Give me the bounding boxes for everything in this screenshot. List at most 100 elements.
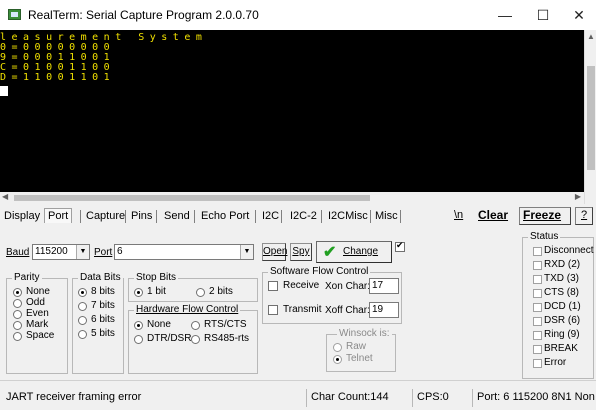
status-rxd-indicator <box>533 261 542 270</box>
vertical-scroll-thumb[interactable] <box>587 66 595 170</box>
transmit-label: Transmit <box>283 304 322 315</box>
baud-select[interactable]: 115200 ▼ <box>32 244 90 260</box>
app-icon <box>8 9 21 20</box>
tab-pins[interactable]: Pins <box>131 210 152 222</box>
tab-i2c-2[interactable]: I2C-2 <box>290 210 317 222</box>
tab-i2c[interactable]: I2C <box>262 210 279 222</box>
stop-bits-1-radio[interactable] <box>134 288 143 297</box>
transmit-checkbox[interactable] <box>268 305 278 315</box>
data-bits-8-radio[interactable] <box>78 288 87 297</box>
receive-checkbox[interactable] <box>268 281 278 291</box>
change-label: Change <box>343 246 379 257</box>
status-txd-label: TXD (3) <box>544 273 579 284</box>
status-cts-indicator <box>533 289 542 298</box>
scroll-right-icon[interactable]: ▶ <box>575 192 581 201</box>
change-button[interactable]: ✔ Change <box>316 241 392 263</box>
scroll-up-icon[interactable]: ▲ <box>585 32 596 44</box>
chevron-down-icon[interactable]: ▼ <box>240 245 253 259</box>
stop-bits-1-label: 1 bit <box>147 286 166 297</box>
hwflow-rs485-radio[interactable] <box>191 335 200 344</box>
tab-send[interactable]: Send <box>164 210 190 222</box>
parity-space-radio[interactable] <box>13 332 22 341</box>
tab-echo-port[interactable]: Echo Port <box>201 210 249 222</box>
help-button[interactable]: ? <box>581 209 587 221</box>
xon-char-input[interactable]: 17 <box>369 278 399 294</box>
winsock-telnet-label: Telnet <box>346 353 373 364</box>
spy-button[interactable]: Spy <box>290 243 312 261</box>
help-button-frame[interactable]: ? <box>575 207 593 225</box>
winsock-group: Winsock is: Raw Telnet <box>326 328 396 372</box>
status-dsr-label: DSR (6) <box>544 315 581 326</box>
vertical-scrollbar[interactable]: ▲ <box>584 30 596 204</box>
tab-misc[interactable]: Misc <box>375 210 398 222</box>
data-bits-5-radio[interactable] <box>78 330 87 339</box>
newline-button[interactable]: \n <box>454 209 463 221</box>
tab-capture[interactable]: Capture <box>86 210 125 222</box>
status-ring-label: Ring (9) <box>544 329 580 340</box>
tab-separator <box>255 210 256 223</box>
change-checkbox[interactable] <box>395 240 405 252</box>
winsock-telnet-radio[interactable] <box>333 355 342 364</box>
parity-mark-radio[interactable] <box>13 321 22 330</box>
tab-i2cmisc[interactable]: I2CMisc <box>328 210 368 222</box>
hwflow-dtrdsr-label: DTR/DSR <box>147 333 192 344</box>
tab-separator <box>370 210 371 223</box>
horizontal-scroll-thumb[interactable] <box>14 195 370 201</box>
freeze-button[interactable]: Freeze <box>523 208 561 222</box>
cps-readout: CPS:0 <box>412 389 470 407</box>
char-count: Char Count:144 <box>306 389 410 407</box>
scroll-left-icon[interactable]: ◀ <box>2 192 8 201</box>
parity-space-label: Space <box>26 330 55 341</box>
stop-bits-2-radio[interactable] <box>196 288 205 297</box>
spy-label: Spy <box>292 246 310 257</box>
software-flow-group: Software Flow Control Receive Xon Char: … <box>262 266 402 324</box>
clear-button[interactable]: Clear <box>478 208 508 222</box>
open-label: Open <box>263 246 288 257</box>
maximize-button[interactable]: ☐ <box>528 4 558 26</box>
tab-display[interactable]: Display <box>4 210 40 222</box>
tab-separator <box>400 210 401 223</box>
horizontal-scrollbar[interactable]: ◀ ▶ <box>0 192 584 204</box>
port-select[interactable]: 6 ▼ <box>114 244 254 260</box>
status-group: Status Disconnect RXD (2) TXD (3) CTS (8… <box>522 231 594 379</box>
status-txd-indicator <box>533 275 542 284</box>
xoff-char-input[interactable]: 19 <box>369 302 399 318</box>
status-title: Status <box>528 231 561 242</box>
tab-separator <box>321 210 322 223</box>
terminal-output[interactable]: leasurement System 0=00000000 9=00011001… <box>0 30 584 192</box>
tab-separator <box>80 210 81 223</box>
status-dcd-label: DCD (1) <box>544 301 581 312</box>
tab-separator <box>156 210 157 223</box>
data-bits-6-label: 6 bits <box>91 314 115 325</box>
hwflow-rs485-label: RS485-rts <box>204 333 250 344</box>
baud-value: 115200 <box>35 246 68 257</box>
parity-none-label: None <box>26 286 50 297</box>
chevron-down-icon[interactable]: ▼ <box>76 245 89 259</box>
data-bits-group: Data Bits 8 bits 7 bits 6 bits 5 bits <box>72 272 124 374</box>
freeze-button-frame[interactable]: Freeze <box>519 207 571 225</box>
winsock-raw-radio[interactable] <box>333 343 342 352</box>
tab-separator <box>125 210 126 223</box>
parity-even-radio[interactable] <box>13 310 22 319</box>
hwflow-none-radio[interactable] <box>134 321 143 330</box>
minimize-button[interactable]: — <box>490 4 520 26</box>
status-dcd-indicator <box>533 303 542 312</box>
xon-label: Xon Char: <box>325 281 371 292</box>
terminal-cursor <box>0 86 8 96</box>
status-error-label: Error <box>544 357 567 368</box>
close-button[interactable]: ✕ <box>564 4 594 26</box>
status-break-indicator <box>533 345 542 354</box>
open-button[interactable]: Open <box>262 243 288 261</box>
parity-none-radio[interactable] <box>13 288 22 297</box>
xoff-label: Xoff Char: <box>325 305 370 316</box>
hwflow-rtscts-radio[interactable] <box>191 321 200 330</box>
winsock-title: Winsock is: <box>337 328 392 339</box>
hwflow-dtrdsr-radio[interactable] <box>134 335 143 344</box>
data-bits-7-radio[interactable] <box>78 302 87 311</box>
tab-port[interactable]: Port <box>44 208 73 223</box>
hardware-flow-title: Hardware Flow Control <box>134 304 241 315</box>
window-title: RealTerm: Serial Capture Program 2.0.0.7… <box>28 8 259 22</box>
parity-odd-radio[interactable] <box>13 299 22 308</box>
hwflow-none-label: None <box>147 319 171 330</box>
data-bits-6-radio[interactable] <box>78 316 87 325</box>
